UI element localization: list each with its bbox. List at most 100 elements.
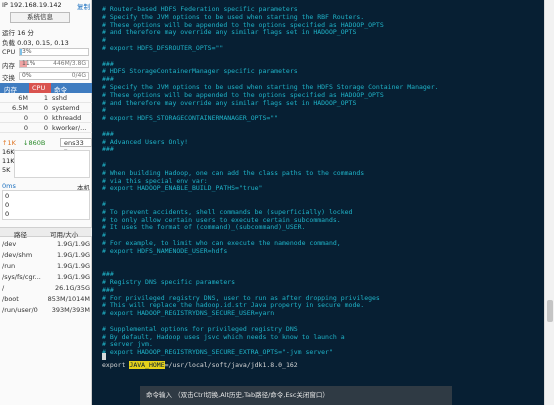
server-monitor-panel: IP 192.168.19.142 复制 系统信息 运行 16 分 负载 0.0… (0, 0, 92, 405)
interface-select[interactable]: ens33 ▾ (60, 138, 92, 155)
terminal-line: ### (102, 285, 114, 294)
cpu-meter-bar: 3% (19, 48, 89, 56)
process-cpu: 0 (43, 114, 48, 122)
vertical-scrollbar[interactable] (544, 0, 554, 405)
ip-row: IP 192.168.19.142 复制 (2, 1, 90, 11)
terminal-line: # export HDFS_DFSROUTER_OPTS="" (102, 44, 224, 52)
disk-usage: 1.9G/1.9G (57, 273, 90, 281)
terminal-line: # (102, 161, 106, 169)
latency-tick-label: 0 (5, 210, 10, 218)
terminal-line: # When building Hadoop, one can add the … (102, 168, 365, 177)
disk-row: / 26.1G/35G (0, 283, 92, 294)
swap-meter-amount: 0/4G (71, 72, 86, 79)
process-mem: 0 (23, 124, 28, 132)
disk-usage: 1.9G/1.9G (57, 240, 90, 248)
swap-meter-percent: 0% (22, 72, 32, 79)
swap-meter: 交换 0% 0/4G (0, 71, 92, 82)
terminal-command-line[interactable]: export JAVA_HOME=/usr/local/soft/java/jd… (102, 361, 298, 369)
highlighted-variable: JAVA_HOME (129, 361, 165, 369)
disk-row: /sys/fs/cgr... 1.9G/1.9G (0, 272, 92, 283)
process-row: 6M 1 sshd (0, 94, 92, 103)
disk-path: /dev (2, 240, 17, 248)
uptime-text: 运行 16 分 (2, 29, 34, 37)
process-cpu: 1 (43, 94, 48, 102)
terminal-line: # export HDFS_STORAGECONTAINERMANAGER_OP… (102, 114, 279, 123)
cpu-meter: CPU 3% (0, 47, 92, 57)
process-row: 0 0 kworker/... (0, 124, 92, 133)
terminal-line: # HDFS StorageContainerManager specific … (102, 67, 298, 76)
terminal-line: # via this special env var: (102, 176, 208, 185)
disk-row: /run/user/0 393M/393M (0, 305, 92, 316)
disk-header-path: 路径 (14, 231, 27, 239)
command-input-bar[interactable]: 命令输入 （双击Ctrl切换,Alt历史,Tab路径/命令,Esc关闭窗口） (140, 386, 452, 405)
disk-header-use: 可用/大小 (50, 231, 79, 239)
system-info-button[interactable]: 系统信息 (10, 12, 70, 23)
cpu-meter-label: CPU (2, 48, 16, 56)
terminal-line: # to only allow certain users to execute… (102, 215, 341, 224)
terminal-line: # Registry DNS specific parameters (102, 278, 236, 286)
terminal-line: # This will replace the hadoop.id.str Ja… (102, 301, 365, 310)
terminal-window[interactable]: # Router-based HDFS Federation specific … (92, 0, 544, 405)
memory-meter-bar: 11% 446M/3.8G (19, 60, 89, 68)
swap-meter-bar: 0% 0/4G (19, 72, 89, 80)
disk-path: /run/user/0 (2, 306, 38, 314)
proc-header-cmd[interactable]: 命令 (54, 84, 67, 94)
disk-usage: 393M/393M (51, 306, 90, 314)
scrollbar-thumb[interactable] (547, 300, 553, 322)
net-tick-label: 16K (2, 148, 15, 156)
swap-meter-label: 交换 (2, 74, 15, 82)
disk-path: /sys/fs/cgr... (2, 273, 41, 281)
terminal-line: # export HADOOP_REGISTRYDNS_SECURE_USER=… (102, 309, 275, 318)
process-cmd: kthreadd (52, 114, 82, 122)
terminal-line: # and therefore may override any similar… (102, 98, 357, 107)
terminal-cursor (102, 353, 106, 360)
terminal-line: # Supplemental options for privileged re… (102, 324, 298, 333)
process-row: 0 0 kthreadd (0, 114, 92, 123)
terminal-line: # For example, to limit who can execute … (102, 239, 341, 247)
terminal-line: # export HDFS_NAMENODE_USER=hdfs (102, 246, 228, 255)
cpu-meter-percent: 3% (22, 48, 32, 55)
disk-row: /dev/shm 1.9G/1.9G (0, 250, 92, 261)
net-tick-label: 11K (2, 157, 15, 165)
disk-usage: 1.9G/1.9G (57, 262, 90, 270)
latency-tick-label: 0 (5, 201, 10, 209)
download-speed: ↓860B (23, 139, 46, 147)
process-cmd: sshd (52, 94, 68, 102)
terminal-line: # (102, 231, 106, 240)
copy-ip-link[interactable]: 复制 (77, 1, 90, 11)
terminal-line: ### (102, 129, 114, 138)
terminal-line: ### (102, 59, 114, 68)
disk-path: /dev/shm (2, 251, 33, 259)
terminal-line: # It uses the format of (command)_(subco… (102, 223, 306, 232)
process-cmd: kworker/... (52, 124, 87, 132)
proc-header-mem[interactable]: 内存 (4, 84, 17, 94)
terminal-line: # For privileged registry DNS, user to r… (102, 293, 380, 302)
process-cpu: 0 (43, 104, 48, 112)
disk-path: /boot (2, 295, 19, 303)
terminal-line: # These options will be appended to the … (102, 90, 384, 99)
process-cpu: 0 (43, 124, 48, 132)
ip-address: IP 192.168.19.142 (2, 1, 62, 9)
latency-chart: 0 0 0 (2, 190, 90, 220)
terminal-cursor-line (102, 353, 106, 361)
terminal-line: # (102, 36, 106, 45)
process-row: 6.5M 0 systemd (0, 104, 92, 113)
terminal-line: # These options will be appended to the … (102, 20, 384, 29)
upload-speed: ↑1K (2, 139, 16, 147)
disk-table-header: 路径 可用/大小 (0, 227, 92, 239)
process-mem: 6M (18, 94, 28, 102)
net-tick-label: 5K (2, 166, 11, 174)
terminal-line: # To prevent accidents, shell commands b… (102, 207, 353, 216)
latency-value: 0ms (2, 182, 16, 190)
disk-usage: 853M/1014M (47, 295, 90, 303)
proc-header-cpu[interactable]: CPU (29, 83, 51, 93)
terminal-line: # server jvm. (102, 340, 153, 349)
memory-meter-label: 内存 (2, 62, 15, 70)
process-table-header: 内存 CPU 命令 (0, 83, 92, 94)
process-cmd: systemd (52, 104, 80, 112)
terminal-line: # Advanced Users Only! (102, 137, 189, 146)
terminal-line: # export HADOOP_ENABLE_BUILD_PATHS="true… (102, 184, 263, 193)
process-mem: 0 (23, 114, 28, 122)
terminal-line: # By default, Hadoop uses jsvc which nee… (102, 332, 345, 341)
disk-row: /boot 853M/1014M (0, 294, 92, 305)
